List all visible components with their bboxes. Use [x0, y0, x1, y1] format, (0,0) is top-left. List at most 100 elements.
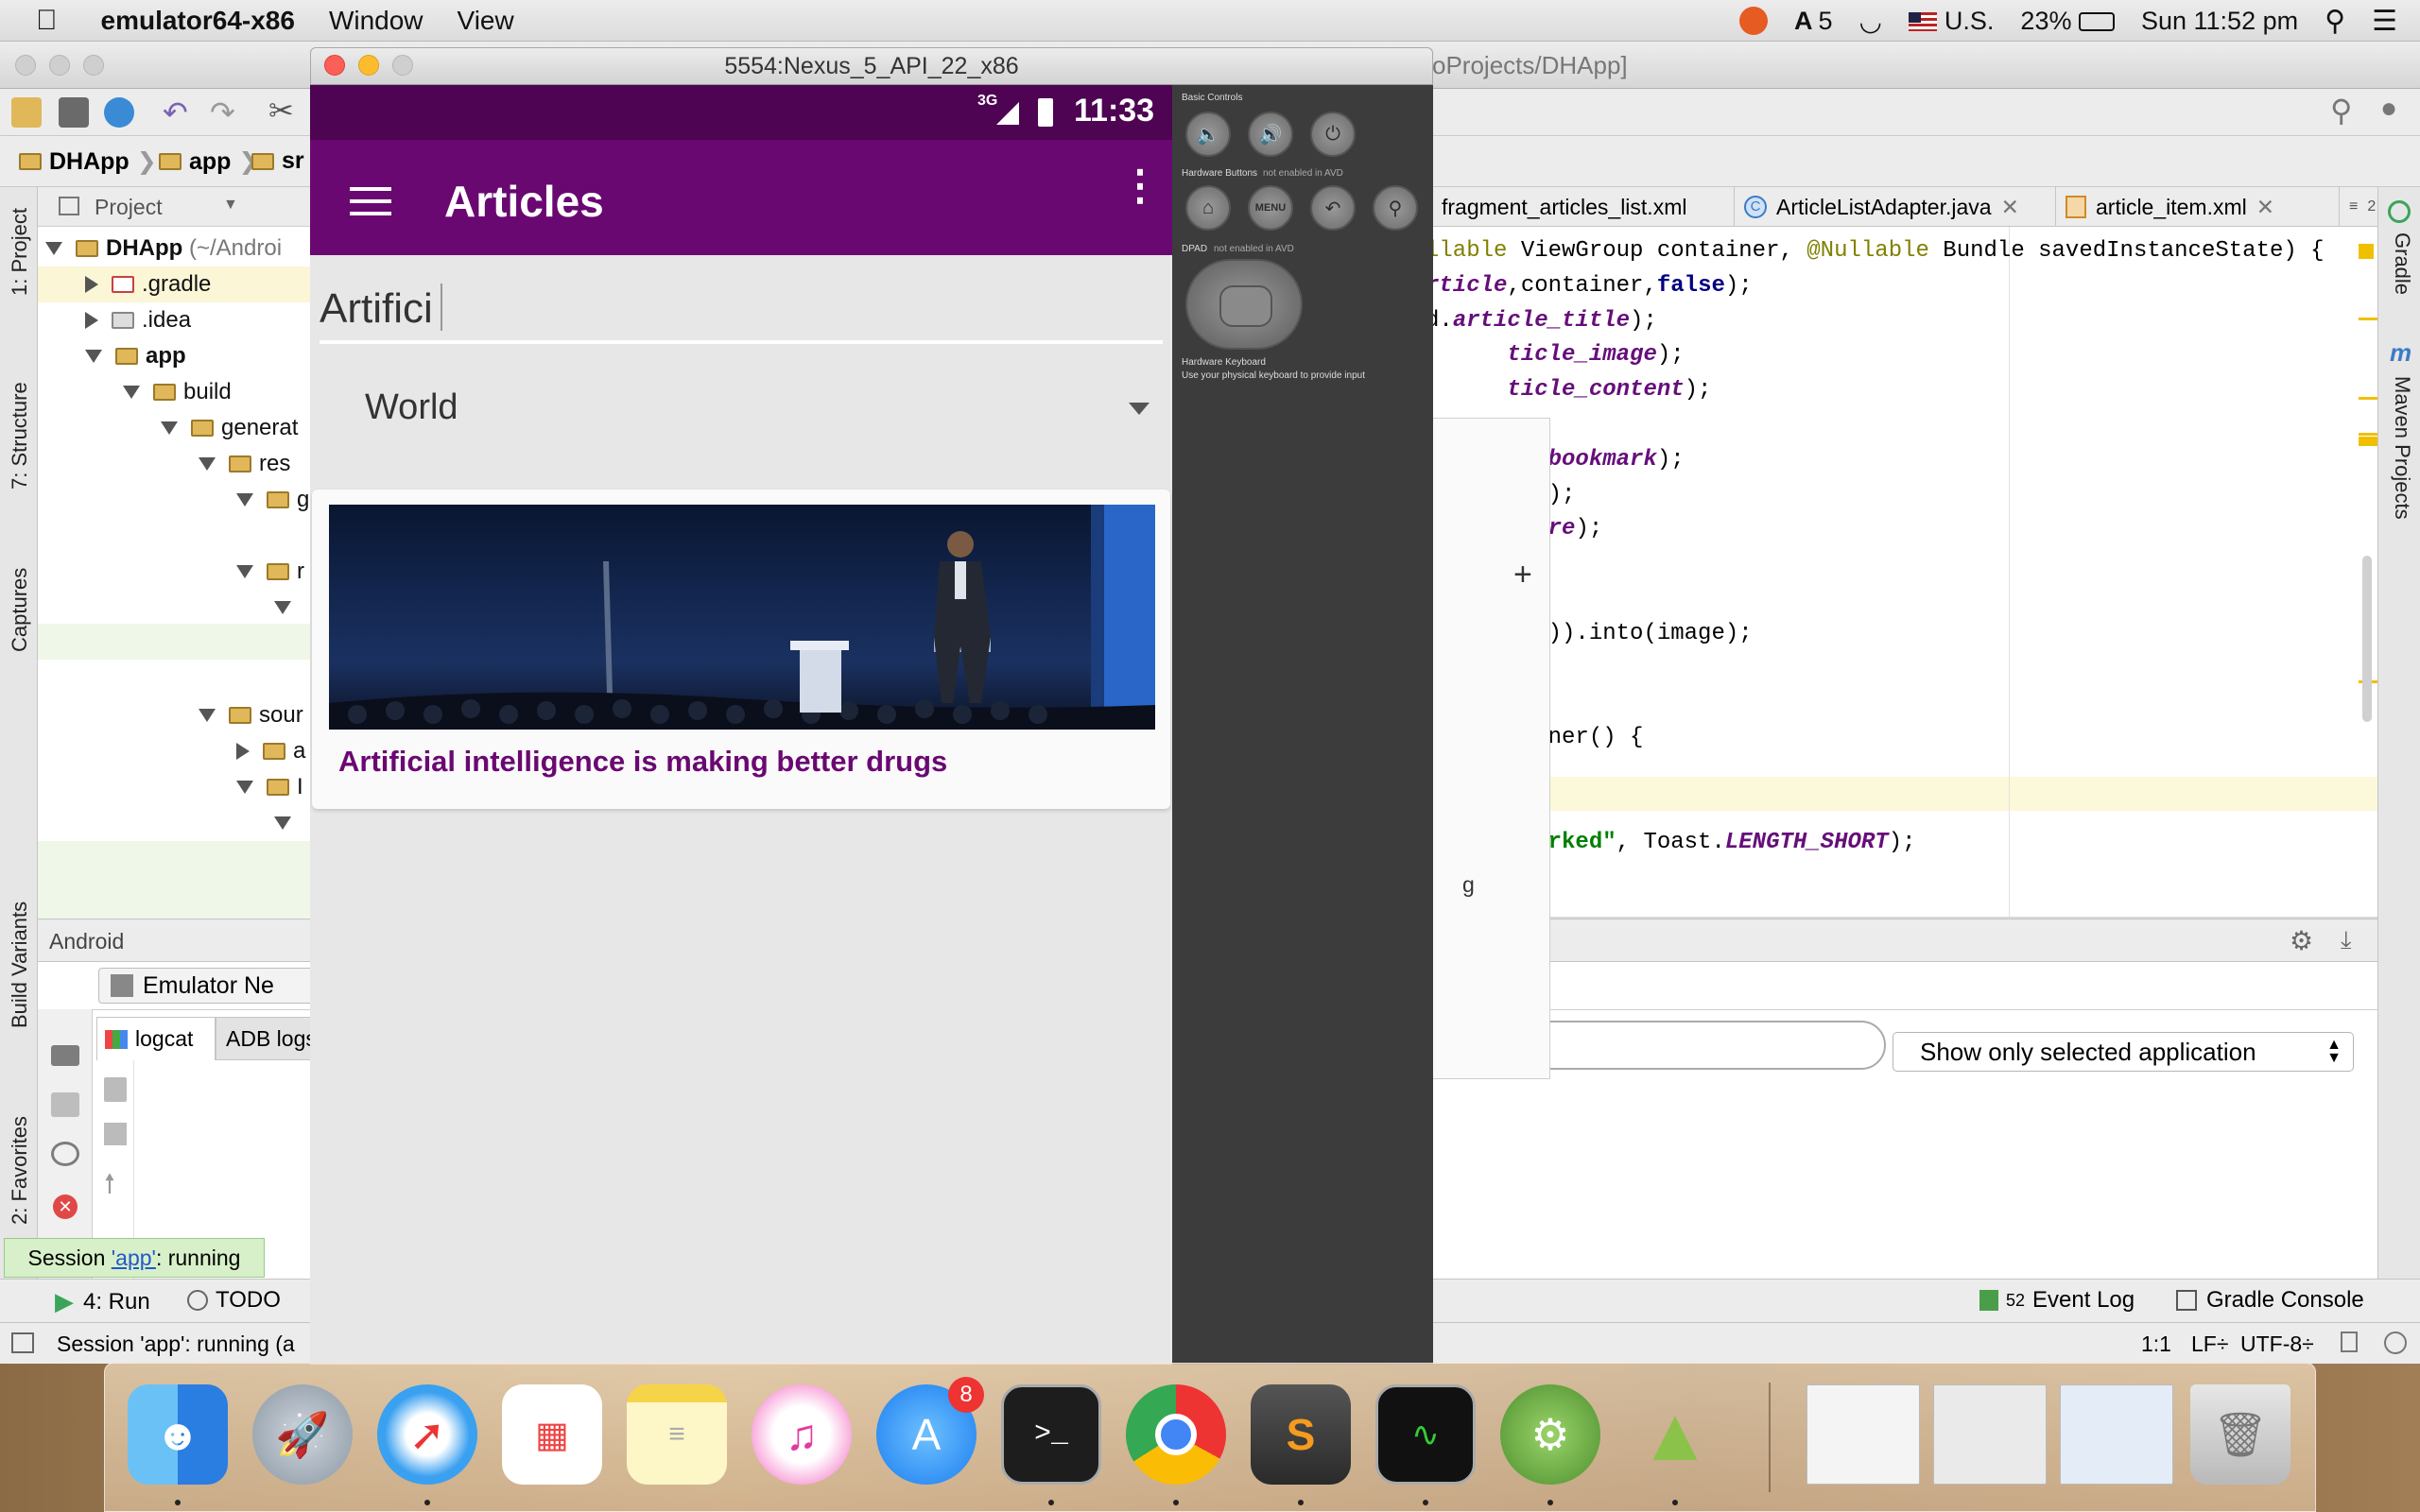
open-folder-icon[interactable] — [11, 97, 42, 128]
adobe-icon[interactable]: A5 — [1794, 7, 1833, 36]
camera-icon[interactable] — [51, 1045, 79, 1066]
tree-item[interactable]: DHApp (~/Androi — [45, 231, 282, 266]
ide-close-button[interactable] — [15, 55, 36, 76]
ide-search-icon[interactable]: ⚲ — [2330, 93, 2352, 129]
app-launcher-icon[interactable]: ▦ — [502, 1384, 602, 1485]
sync-icon[interactable] — [104, 97, 134, 128]
breadcrumb-src[interactable]: sr — [251, 147, 304, 175]
chrome-icon[interactable] — [1126, 1384, 1226, 1485]
tree-item[interactable]: I — [236, 769, 303, 805]
project-panel-header[interactable]: Project ▼ — [38, 187, 321, 227]
cursor-position[interactable]: 1:1 — [2141, 1332, 2171, 1357]
tool-window-build-variants[interactable]: Build Variants — [8, 902, 32, 1028]
tab-fragment-articles-list[interactable]: fragment_articles_list.xml — [1432, 187, 1735, 227]
input-source[interactable]: U.S. — [1908, 7, 1994, 36]
tree-item[interactable]: .gradle — [38, 266, 321, 302]
tab-article-list-adapter[interactable]: C ArticleListAdapter.java ✕ — [1735, 187, 2056, 227]
ide-zoom-button[interactable] — [83, 55, 104, 76]
menu-window[interactable]: Window — [329, 6, 424, 36]
settings-gear-icon[interactable]: ⚙ — [2290, 925, 2313, 956]
inspect-icon[interactable] — [51, 1142, 79, 1166]
article-card[interactable]: Artificial intelligence is making better… — [312, 490, 1170, 809]
tree-item[interactable] — [274, 805, 304, 841]
logcat-tab[interactable]: logcat — [96, 1017, 216, 1060]
trash-icon[interactable] — [104, 1077, 127, 1102]
tree-item[interactable]: a — [236, 733, 305, 769]
close-icon[interactable]: ✕ — [2001, 195, 2019, 220]
editor-scrollbar[interactable] — [2362, 556, 2372, 722]
menu-view[interactable]: View — [458, 6, 514, 36]
up-arrow-icon[interactable]: 🠕 — [104, 1164, 115, 1210]
volume-down-button[interactable]: 🔈 — [1185, 112, 1231, 157]
save-icon[interactable] — [59, 97, 89, 128]
window-thumbnail-3[interactable] — [2060, 1384, 2173, 1485]
android-studio-icon[interactable]: ⚙ — [1500, 1384, 1600, 1485]
tree-item[interactable]: g — [236, 482, 309, 518]
power-button[interactable]: ⏻ — [1310, 112, 1356, 157]
activity-monitor-icon[interactable]: ∿ — [1375, 1384, 1476, 1485]
volume-up-button[interactable]: 🔊 — [1248, 112, 1293, 157]
emulator-close-button[interactable] — [324, 55, 345, 76]
close-icon[interactable]: ✕ — [2256, 195, 2274, 220]
breadcrumb-app[interactable]: app ❯ — [159, 147, 258, 176]
finder-icon[interactable]: ☻ — [128, 1384, 228, 1485]
scroll-to-end-icon[interactable] — [104, 1123, 127, 1145]
window-thumbnail-1[interactable] — [1806, 1384, 1920, 1485]
window-thumbnail-2[interactable] — [1933, 1384, 2047, 1485]
tabs-overflow-button[interactable]: ≡ 2 — [2340, 187, 2377, 227]
notes-icon[interactable]: ≡ — [627, 1384, 727, 1485]
tree-item[interactable]: sour — [199, 697, 303, 733]
file-encoding[interactable]: UTF-8÷ — [2240, 1332, 2314, 1357]
tool-window-structure[interactable]: 7: Structure — [8, 382, 32, 490]
search-input[interactable]: Artifici — [320, 255, 1163, 344]
emulator-minimize-button[interactable] — [358, 55, 379, 76]
inspector-icon[interactable] — [2384, 1332, 2407, 1354]
hide-panel-icon[interactable]: ⤓ — [2341, 925, 2352, 955]
close-monitor-icon[interactable]: ✕ — [53, 1194, 78, 1219]
tree-item[interactable]: r — [236, 554, 304, 590]
status-toggle-icon[interactable] — [11, 1332, 34, 1353]
tool-window-captures[interactable]: Captures — [8, 568, 32, 652]
tree-item[interactable] — [274, 590, 304, 626]
tree-item[interactable]: app — [85, 338, 186, 374]
category-spinner[interactable]: World — [320, 369, 1163, 444]
notification-center-icon[interactable]: ☰ — [2372, 5, 2397, 38]
hamburger-menu-icon[interactable] — [350, 187, 391, 215]
launchpad-icon[interactable]: 🚀 — [252, 1384, 353, 1485]
tool-window-maven[interactable]: Maven Projects — [2390, 376, 2414, 520]
wifi-icon[interactable]: ◡ — [1858, 6, 1881, 37]
event-log-tool-tab[interactable]: 52 Event Log — [1979, 1287, 2135, 1314]
tree-item[interactable]: .idea — [85, 302, 191, 338]
clock[interactable]: Sun 11:52 pm — [2141, 7, 2298, 36]
terminal-icon[interactable]: >_ — [1001, 1384, 1101, 1485]
tool-window-gradle[interactable]: Gradle — [2390, 232, 2414, 295]
tool-window-project[interactable]: 1: Project — [8, 208, 32, 296]
ide-minimize-button[interactable] — [49, 55, 70, 76]
android-icon[interactable]: ▲ — [1625, 1384, 1725, 1485]
user-icon[interactable]: ● — [2380, 93, 2397, 125]
breadcrumb-project[interactable]: DHApp ❯ — [19, 147, 157, 176]
spotlight-search-icon[interactable]: ⚲ — [2325, 5, 2345, 38]
undo-icon[interactable]: ↶ — [163, 94, 188, 130]
dpad-center[interactable] — [1219, 285, 1272, 327]
home-button[interactable]: ⌂ — [1185, 185, 1231, 231]
app-filter-select[interactable]: Show only selected application ▲ ▼ — [1893, 1032, 2354, 1072]
gradle-console-tool-tab[interactable]: Gradle Console — [2176, 1287, 2364, 1314]
sublime-text-icon[interactable]: S — [1251, 1384, 1351, 1485]
lock-icon[interactable] — [2341, 1332, 2358, 1352]
tab-article-item[interactable]: article_item.xml ✕ — [2056, 187, 2340, 227]
back-button[interactable]: ↶ — [1310, 185, 1356, 231]
app-menu[interactable]: emulator64-x86 — [101, 6, 295, 36]
battery-status[interactable]: 23% — [2020, 7, 2115, 36]
tree-item[interactable]: build — [123, 374, 232, 410]
trash-icon[interactable]: 🗑 — [2190, 1384, 2290, 1485]
todo-tool-tab[interactable]: TODO — [187, 1287, 281, 1314]
line-separator[interactable]: LF÷ — [2191, 1332, 2228, 1357]
tree-item[interactable]: res — [199, 446, 290, 482]
redo-icon[interactable]: ↷ — [210, 94, 235, 130]
session-app-link[interactable]: 'app' — [112, 1246, 156, 1271]
safari-icon[interactable]: ➚ — [377, 1384, 477, 1485]
tool-window-favorites[interactable]: 2: Favorites — [8, 1116, 32, 1225]
record-icon[interactable] — [51, 1092, 79, 1117]
itunes-icon[interactable]: ♫ — [752, 1384, 852, 1485]
